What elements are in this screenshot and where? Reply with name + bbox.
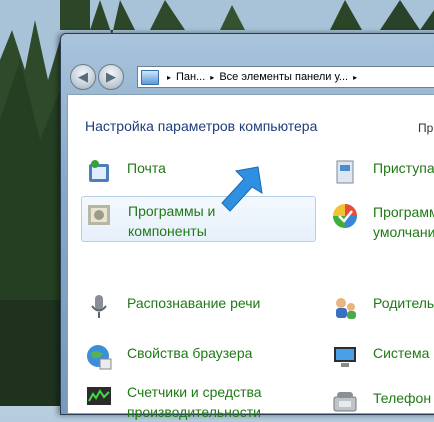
list-item-label: Распознавание речи xyxy=(127,295,261,311)
list-item-performance[interactable]: Счетчики и средства производительности xyxy=(85,382,262,422)
default-programs-icon xyxy=(331,202,359,230)
phone-modem-icon xyxy=(331,388,359,416)
getting-started-icon xyxy=(331,158,359,186)
list-item-label: Свойства браузера xyxy=(127,345,253,361)
list-item-system[interactable]: Система xyxy=(331,343,429,371)
breadcrumb-separator-icon: ▸ xyxy=(167,72,172,82)
navigation-bar: ◀ ▶ ▸ Пан... ▸ Все элементы панели у... … xyxy=(61,34,434,94)
breadcrumb-item-control-panel[interactable]: Пан... xyxy=(176,71,205,83)
list-item-speech[interactable]: Распознавание речи xyxy=(85,293,260,321)
breadcrumb-item-all-items[interactable]: Все элементы панели у... xyxy=(219,71,348,83)
mail-icon xyxy=(85,158,113,186)
internet-options-icon xyxy=(85,343,113,371)
list-item-label: Родитель xyxy=(373,295,434,311)
list-item-label: Телефон xyxy=(373,390,432,406)
forward-arrow-icon: ▶ xyxy=(106,69,116,85)
list-item-label: Почта xyxy=(127,160,166,176)
control-panel-icon xyxy=(141,69,159,85)
list-item-label: Программ умолчани xyxy=(373,204,434,240)
address-bar[interactable]: ▸ Пан... ▸ Все элементы панели у... ▸ xyxy=(137,66,434,88)
forward-button[interactable]: ▶ xyxy=(98,64,124,90)
back-arrow-icon: ◀ xyxy=(78,69,88,85)
list-item-getting-started[interactable]: Приступа xyxy=(331,158,434,186)
microphone-icon xyxy=(85,293,113,321)
list-item-label: Программы и компоненты xyxy=(128,203,216,239)
list-item-label: Система xyxy=(373,345,430,361)
programs-icon xyxy=(86,201,114,229)
control-panel-window: ◀ ▶ ▸ Пан... ▸ Все элементы панели у... … xyxy=(60,33,434,420)
list-item-programs[interactable]: Программы и компоненты xyxy=(81,196,316,242)
list-item-label: Приступа xyxy=(373,160,434,176)
page-title: Настройка параметров компьютера xyxy=(85,118,318,134)
pointer-arrow-icon xyxy=(221,166,263,212)
list-item-internet-options[interactable]: Свойства браузера xyxy=(85,343,252,371)
parental-controls-icon xyxy=(331,293,359,321)
list-item-parental-controls[interactable]: Родитель xyxy=(331,293,434,321)
list-item-mail[interactable]: Почта xyxy=(85,158,166,186)
breadcrumb-separator-icon: ▸ xyxy=(210,72,215,82)
breadcrumb-separator-icon: ▸ xyxy=(353,72,358,82)
view-by-label: Пр xyxy=(418,121,434,135)
system-icon xyxy=(331,343,359,371)
list-item-phone-modem[interactable]: Телефон xyxy=(331,388,431,416)
back-button[interactable]: ◀ xyxy=(70,64,96,90)
content-pane: Настройка параметров компьютера Пр Почта xyxy=(67,94,434,420)
list-item-label: Счетчики и средства производительности xyxy=(127,384,262,420)
list-item-default-programs[interactable]: Программ умолчани xyxy=(331,202,434,242)
